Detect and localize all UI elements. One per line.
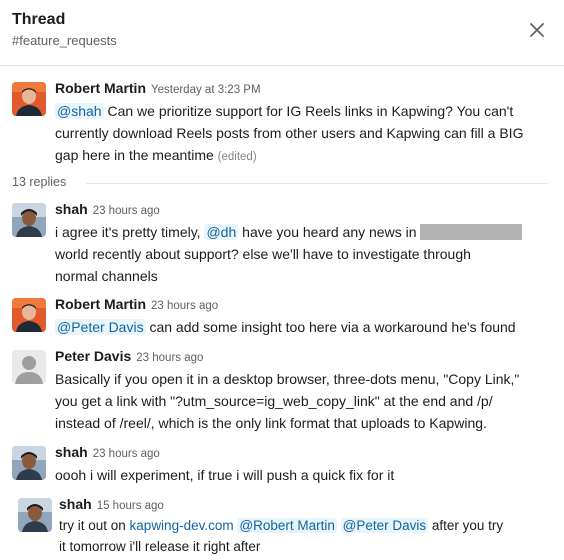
message-timestamp[interactable]: 23 hours ago xyxy=(93,448,160,460)
message-timestamp[interactable]: 23 hours ago xyxy=(93,205,160,217)
mention-dh[interactable]: @dh xyxy=(204,224,239,240)
message-author[interactable]: Robert Martin xyxy=(55,296,146,312)
message-author[interactable]: shah xyxy=(59,496,92,512)
mention-robert-martin[interactable]: @Robert Martin xyxy=(237,518,337,533)
message-timestamp[interactable]: Yesterday at 3:23 PM xyxy=(151,84,261,96)
message-body: @Peter Davis can add some insight too he… xyxy=(55,319,516,335)
message-author[interactable]: shah xyxy=(55,444,88,460)
redacted-text xyxy=(420,224,523,240)
message-body: try it out on kapwing-dev.com @Robert Ma… xyxy=(59,518,504,554)
edited-label: (edited) xyxy=(217,151,257,163)
mention-peter-davis[interactable]: @Peter Davis xyxy=(55,319,146,335)
divider-line xyxy=(86,183,548,184)
message-timestamp[interactable]: 23 hours ago xyxy=(136,352,203,364)
message-body: Basically if you open it in a desktop br… xyxy=(55,371,520,431)
avatar-peter-davis[interactable] xyxy=(12,350,46,384)
link-kapwing-dev[interactable]: kapwing-dev.com xyxy=(130,518,234,533)
avatar-robert-martin[interactable] xyxy=(12,298,46,332)
message-body: oooh i will experiment, if true i will p… xyxy=(55,467,395,483)
replies-divider: 13 replies xyxy=(12,175,548,191)
close-icon[interactable] xyxy=(526,19,548,41)
thread-header: Thread #feature_requests xyxy=(0,0,564,66)
message-body: i agree it's pretty timely, @dh have you… xyxy=(55,221,555,287)
avatar-shah[interactable] xyxy=(18,498,52,532)
mention-shah[interactable]: @shah xyxy=(55,103,104,119)
replies-count: 13 replies xyxy=(12,175,67,189)
message-author[interactable]: Peter Davis xyxy=(55,348,131,364)
message-author[interactable]: shah xyxy=(55,201,88,217)
avatar-shah[interactable] xyxy=(12,446,46,480)
avatar-shah[interactable] xyxy=(12,203,46,237)
mention-peter-davis[interactable]: @Peter Davis xyxy=(340,518,429,533)
message-author[interactable]: Robert Martin xyxy=(55,80,146,96)
avatar-robert-martin[interactable] xyxy=(12,82,46,116)
message-body: @shah Can we prioritize support for IG R… xyxy=(55,103,524,163)
thread-title: Thread xyxy=(12,11,66,28)
message-timestamp[interactable]: 23 hours ago xyxy=(151,300,218,312)
message-timestamp[interactable]: 15 hours ago xyxy=(97,500,164,512)
channel-name[interactable]: #feature_requests xyxy=(12,33,117,48)
